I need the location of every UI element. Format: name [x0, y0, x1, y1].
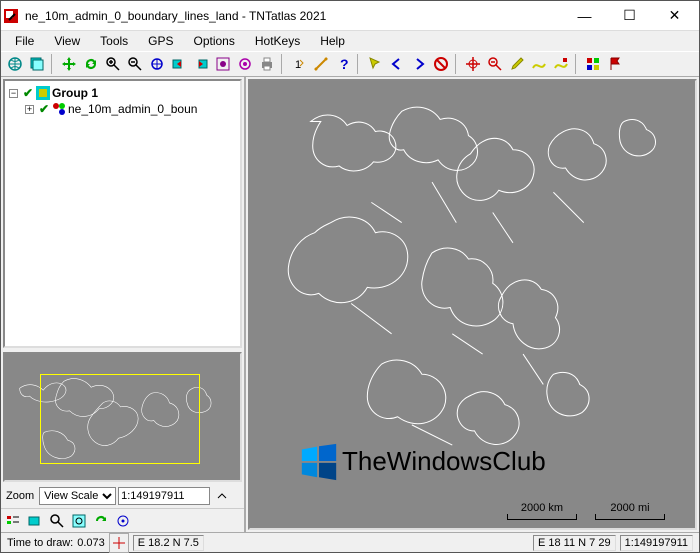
zoom2-icon[interactable] — [47, 511, 67, 531]
zoom-out-icon[interactable] — [125, 54, 145, 74]
layer-tree[interactable]: − ✔ Group 1 + ✔ ne_10m_admin_0_boun — [3, 79, 242, 348]
map-view[interactable]: TheWindowsClub 2000 km 2000 mi — [248, 79, 697, 530]
target-icon[interactable] — [463, 54, 483, 74]
measure-icon[interactable] — [311, 54, 331, 74]
watermark: TheWindowsClub — [298, 440, 546, 482]
watermark-text: TheWindowsClub — [342, 446, 546, 477]
layer-label: ne_10m_admin_0_boun — [68, 102, 197, 116]
titlebar: ne_10m_admin_0_boundary_lines_land - TNT… — [1, 1, 699, 31]
tree-group[interactable]: − ✔ Group 1 — [9, 85, 236, 101]
pencil-icon[interactable] — [507, 54, 527, 74]
scale-mi: 2000 mi — [610, 502, 649, 514]
collapse-icon[interactable]: − — [9, 89, 18, 98]
sync-icon[interactable] — [235, 54, 255, 74]
coord2: E 18 11 N 7 29 — [533, 535, 616, 551]
check-icon[interactable]: ✔ — [38, 103, 50, 115]
body: − ✔ Group 1 + ✔ ne_10m_admin_0_boun — [1, 77, 699, 532]
zoom-layer-icon[interactable] — [213, 54, 233, 74]
zoom-next-icon[interactable] — [191, 54, 211, 74]
menu-file[interactable]: File — [7, 32, 42, 50]
zoom-red-icon[interactable] — [485, 54, 505, 74]
find-icon[interactable] — [69, 511, 89, 531]
deny-icon[interactable] — [431, 54, 451, 74]
info-icon[interactable]: ? — [333, 54, 353, 74]
scale-km: 2000 km — [521, 502, 563, 514]
toolbar: 1 ? — [1, 51, 699, 77]
left-pane: − ✔ Group 1 + ✔ ne_10m_admin_0_boun — [1, 77, 246, 532]
layers-icon[interactable] — [27, 54, 47, 74]
pan-icon[interactable] — [59, 54, 79, 74]
tree-layer[interactable]: + ✔ ne_10m_admin_0_boun — [25, 101, 236, 117]
zoom-full-icon[interactable] — [147, 54, 167, 74]
identify-icon[interactable] — [113, 511, 133, 531]
arrow-right-icon[interactable] — [409, 54, 429, 74]
edit-path-icon[interactable] — [551, 54, 571, 74]
app-icon — [3, 8, 19, 24]
menubar: File View Tools GPS Options HotKeys Help — [1, 31, 699, 51]
group-icon — [36, 86, 50, 100]
layers2-icon[interactable] — [25, 511, 45, 531]
check-icon[interactable]: ✔ — [22, 87, 34, 99]
zoom-label: Zoom — [3, 490, 37, 502]
time-value: 0.073 — [77, 537, 105, 549]
zoom-value-input[interactable] — [118, 487, 210, 505]
zoom-mode-select[interactable]: View Scale — [39, 487, 116, 505]
maximize-button[interactable]: ☐ — [607, 2, 652, 30]
time-label: Time to draw: — [7, 537, 73, 549]
svg-text:?: ? — [340, 56, 349, 72]
menu-help[interactable]: Help — [312, 32, 353, 50]
statusbar: Time to draw: 0.073 E 18.2 N 7.5 E 18 11… — [1, 532, 699, 552]
vector-icon — [52, 102, 66, 116]
menu-tools[interactable]: Tools — [92, 32, 136, 50]
menu-hotkeys[interactable]: HotKeys — [247, 32, 308, 50]
menu-options[interactable]: Options — [186, 32, 243, 50]
expand-icon[interactable]: + — [25, 105, 34, 114]
zoom-in-icon[interactable] — [103, 54, 123, 74]
arrow-left-icon[interactable] — [387, 54, 407, 74]
coord1: E 18.2 N 7.5 — [133, 535, 204, 551]
status-scale: 1:149197911 — [620, 535, 693, 551]
window-title: ne_10m_admin_0_boundary_lines_land - TNT… — [25, 9, 562, 23]
windows-logo-icon — [298, 440, 340, 482]
left-button-row — [1, 508, 244, 532]
one-icon[interactable]: 1 — [289, 54, 309, 74]
legend-icon[interactable] — [3, 511, 23, 531]
close-button[interactable]: ✕ — [652, 2, 697, 30]
overview-map[interactable] — [3, 352, 242, 482]
print-icon[interactable] — [257, 54, 277, 74]
refresh2-icon[interactable] — [91, 511, 111, 531]
cursor-icon[interactable] — [365, 54, 385, 74]
scalebar: 2000 km 2000 mi — [507, 502, 665, 520]
menu-view[interactable]: View — [46, 32, 88, 50]
path-icon[interactable] — [529, 54, 549, 74]
globe-icon[interactable] — [5, 54, 25, 74]
palette-icon[interactable] — [583, 54, 603, 74]
zoom-controls: Zoom View Scale — [1, 484, 244, 508]
crosshair-icon[interactable] — [109, 533, 129, 553]
zoom-prev-icon[interactable] — [169, 54, 189, 74]
group-label: Group 1 — [52, 86, 98, 100]
zoom-step-up-icon[interactable] — [212, 486, 232, 506]
app-window: ne_10m_admin_0_boundary_lines_land - TNT… — [0, 0, 700, 553]
flag-icon[interactable] — [605, 54, 625, 74]
minimize-button[interactable]: — — [562, 2, 607, 30]
menu-gps[interactable]: GPS — [140, 32, 181, 50]
refresh-icon[interactable] — [81, 54, 101, 74]
overview-viewport[interactable] — [40, 374, 200, 464]
